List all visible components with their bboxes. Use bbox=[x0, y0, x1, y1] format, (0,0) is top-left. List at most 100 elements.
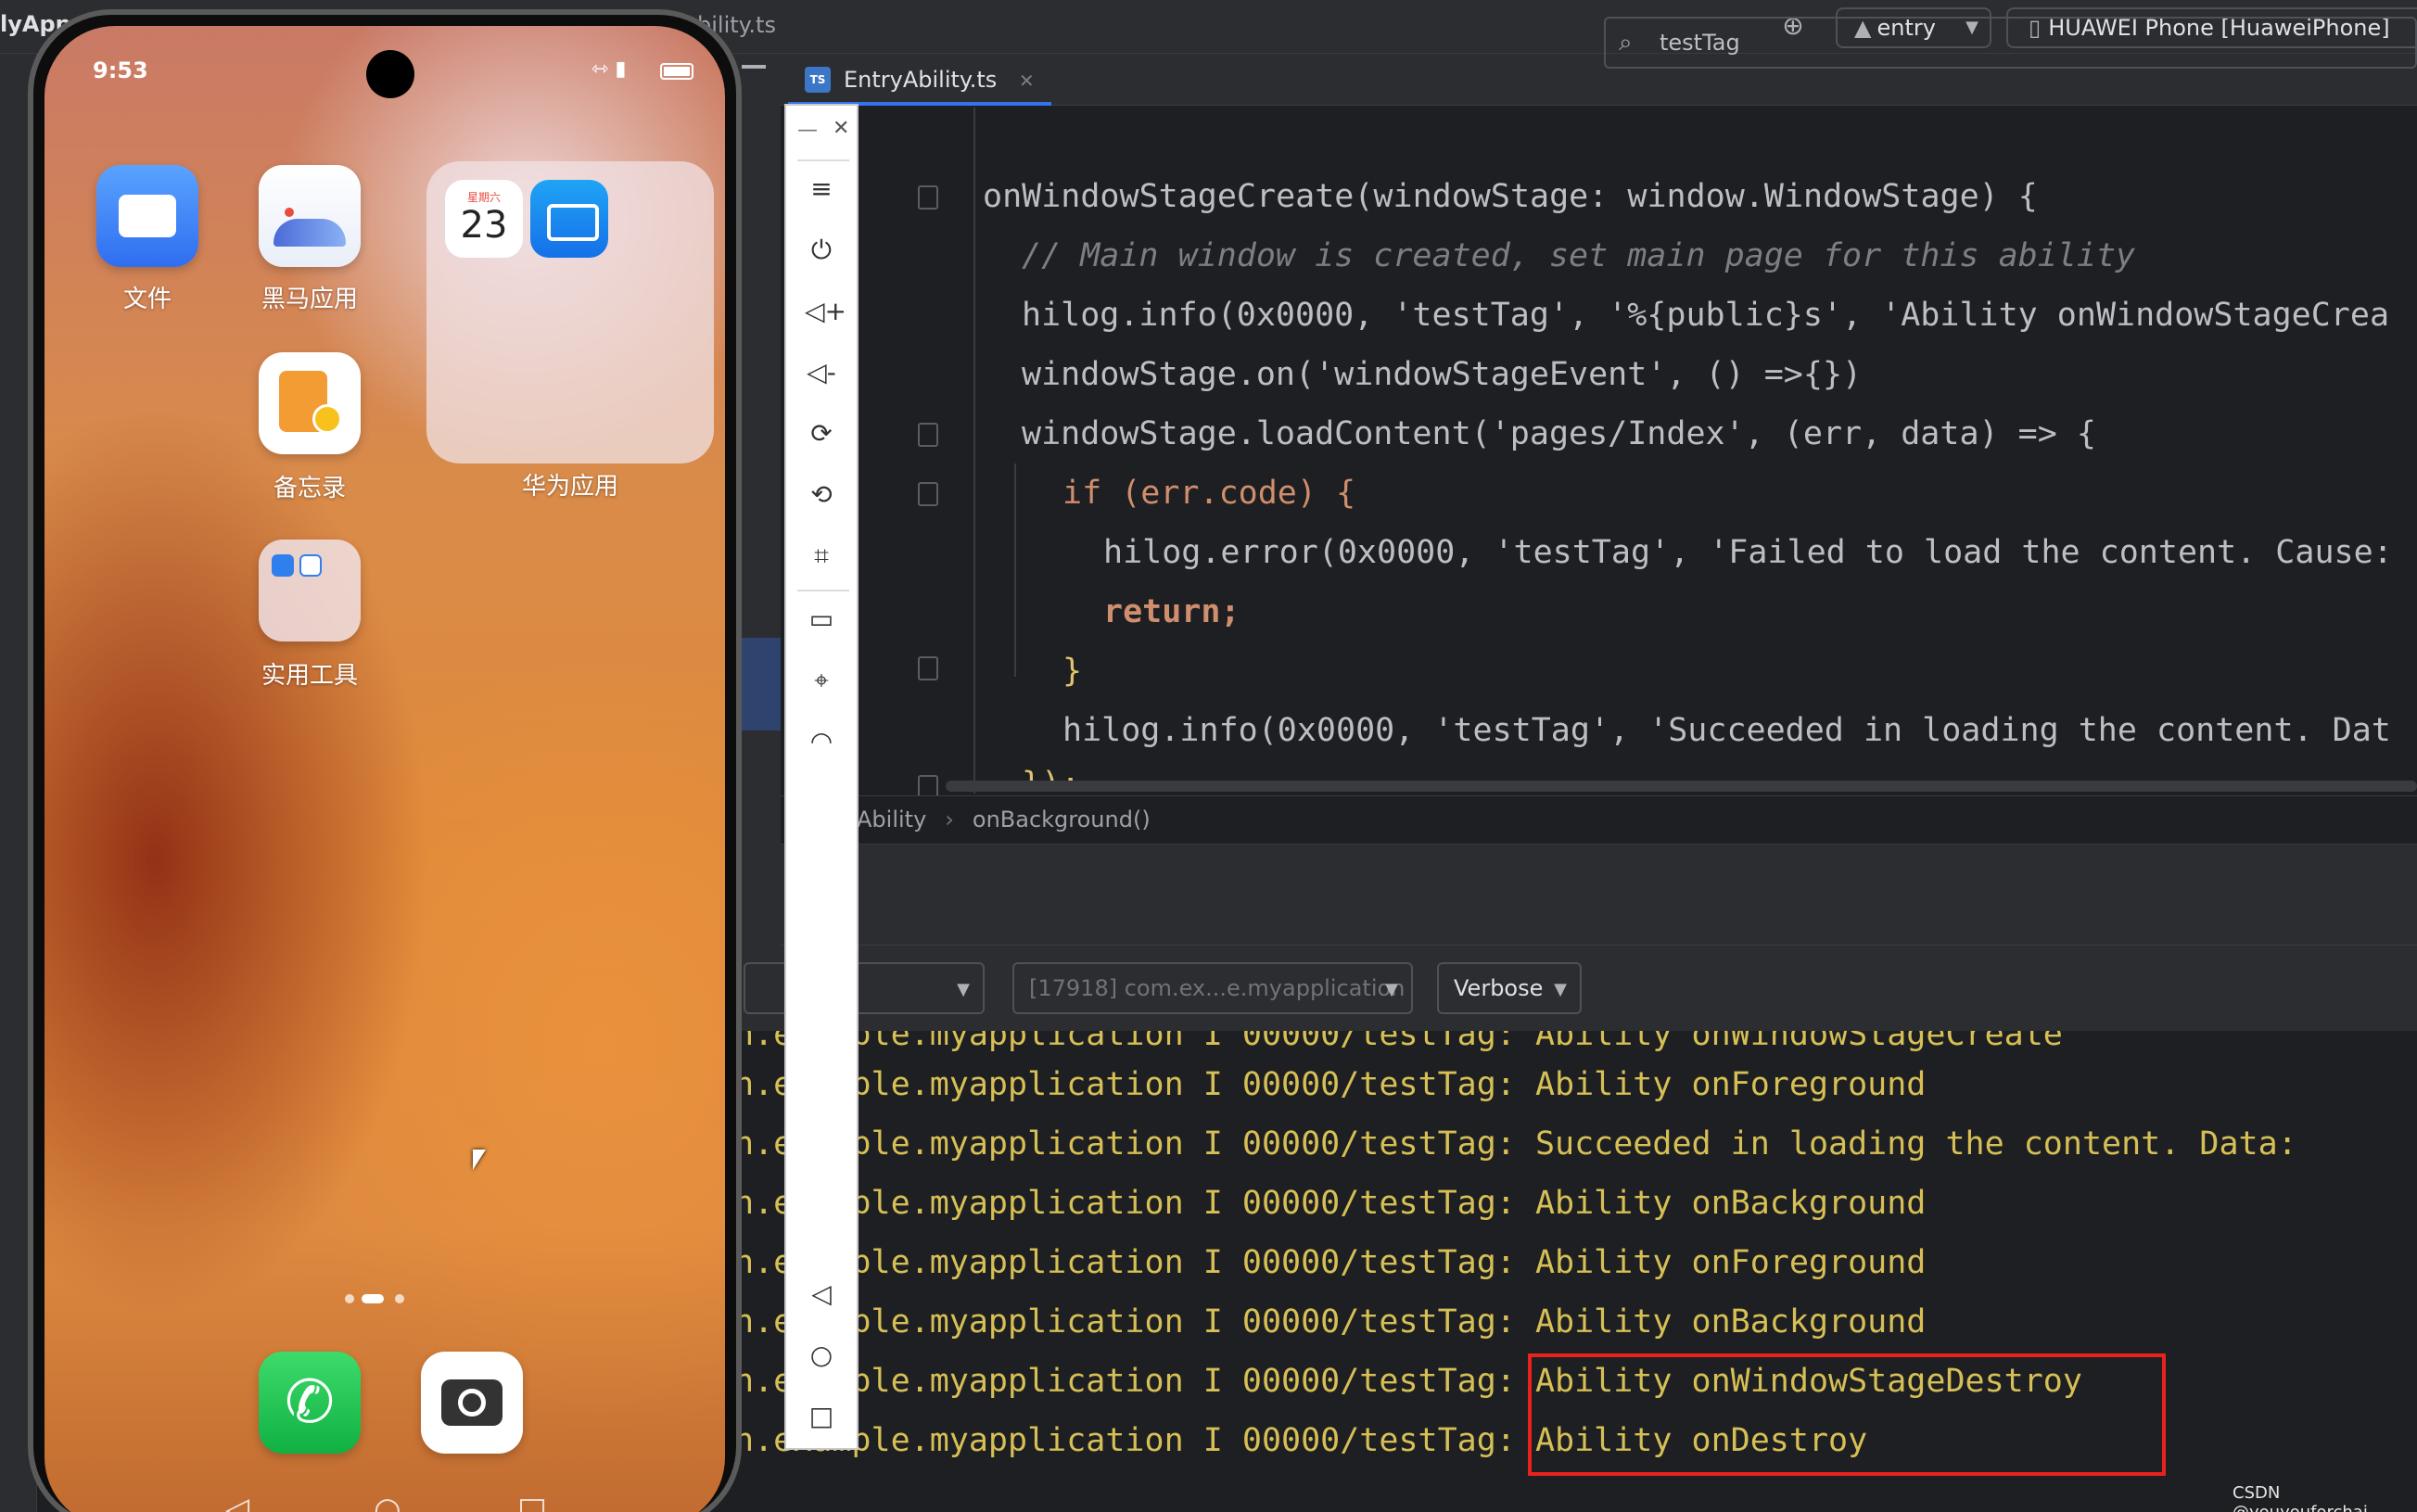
device-filter-dropdown[interactable]: ▼ bbox=[744, 962, 985, 1014]
home-icon[interactable]: ○ bbox=[805, 1339, 838, 1372]
page-dot bbox=[395, 1294, 404, 1303]
log-level-label: Verbose bbox=[1454, 975, 1544, 1001]
log-line: n.example.myapplication I 00000/testTag:… bbox=[734, 1244, 1927, 1281]
fold-icon[interactable] bbox=[918, 656, 938, 680]
log-line: n.example.myapplication I 00000/testTag:… bbox=[734, 1185, 1927, 1222]
collapse-icon[interactable] bbox=[742, 65, 766, 69]
indent-guide bbox=[1014, 464, 1016, 677]
signal-icon: ⇿ ▮ bbox=[592, 57, 627, 81]
battery-icon[interactable]: ▭ bbox=[805, 603, 838, 636]
code-line: hilog.error(0x0000, 'testTag', 'Failed t… bbox=[1103, 534, 2393, 571]
calendar-weekday: 星期六 bbox=[466, 191, 501, 204]
check-icon bbox=[312, 404, 342, 434]
huawei-apps-folder[interactable]: 星期六 23 bbox=[426, 161, 714, 464]
volume-down-icon[interactable]: ◁- bbox=[805, 356, 838, 389]
location-icon[interactable]: ⌖ bbox=[805, 664, 838, 697]
breadcrumb-class[interactable]: Ability bbox=[857, 807, 926, 832]
code-line: } bbox=[1062, 653, 1083, 690]
divider bbox=[797, 159, 849, 161]
screenshot-icon[interactable]: ⌗ bbox=[805, 540, 838, 573]
chevron-down-icon: ▼ bbox=[1554, 980, 1567, 999]
process-label: [17918] com.ex...e.myapplication bbox=[1029, 975, 1406, 1001]
wallet-app-icon[interactable] bbox=[530, 180, 608, 258]
sun-icon bbox=[285, 208, 294, 217]
typescript-file-icon: TS bbox=[805, 67, 831, 93]
back-icon[interactable]: ◁ bbox=[805, 1277, 838, 1311]
status-time: 9:53 bbox=[93, 57, 148, 83]
log-line: n.example.myapplication I 00000/testTag:… bbox=[734, 1303, 1927, 1340]
indent-guide bbox=[973, 108, 975, 794]
editor-gutter bbox=[862, 108, 955, 794]
code-line: windowStage.loadContent('pages/Index', (… bbox=[1022, 415, 2096, 452]
phone-screen[interactable]: 9:53 ⇿ ▮ 文件 黑马应用 星期六 23 华为应用 备忘录 实用工具 ✆ … bbox=[45, 26, 725, 1512]
rotate-left-icon[interactable]: ⟲ bbox=[805, 478, 838, 512]
log-search-input[interactable]: ⌕ testTag bbox=[1604, 17, 2417, 69]
contacts-icon bbox=[272, 554, 294, 577]
chevron-down-icon: ▼ bbox=[957, 980, 970, 999]
recents-icon[interactable]: □ bbox=[805, 1400, 838, 1433]
volume-up-icon[interactable]: ◁+ bbox=[805, 295, 846, 328]
fold-icon[interactable] bbox=[918, 423, 938, 447]
toolbar-header: — ✕ bbox=[786, 106, 860, 154]
heima-app-label: 黑马应用 bbox=[261, 286, 358, 313]
memo-app-label: 备忘录 bbox=[273, 475, 346, 502]
files-app-label: 文件 bbox=[122, 286, 172, 313]
nav-home-icon[interactable]: ○ bbox=[374, 1491, 401, 1512]
minimize-icon[interactable]: — bbox=[797, 119, 818, 142]
log-line: n.example.myapplication I 00000/testTag:… bbox=[734, 1031, 2063, 1053]
page-dot bbox=[345, 1294, 354, 1303]
battery-icon bbox=[660, 63, 693, 80]
highlight-box bbox=[1528, 1353, 2166, 1476]
log-line: n.example.myapplication I 00000/testTag:… bbox=[734, 1066, 1927, 1103]
code-line: hilog.info(0x0000, 'testTag', '%{public}… bbox=[1022, 297, 2390, 334]
tools-folder-icon[interactable] bbox=[259, 540, 361, 642]
code-line: // Main window is created, set main page… bbox=[1022, 237, 2136, 274]
rotate-right-icon[interactable]: ⟳ bbox=[805, 417, 838, 451]
nav-recents-icon[interactable]: □ bbox=[517, 1491, 547, 1512]
log-search-value: testTag bbox=[1660, 30, 1740, 56]
log-level-dropdown[interactable]: Verbose ▼ bbox=[1437, 962, 1582, 1014]
logcat-toolbar: ▼ [17918] com.ex...e.myapplication ▼ Verb… bbox=[725, 946, 2417, 1031]
editor-horizontal-scrollbar[interactable] bbox=[946, 781, 2417, 792]
tool-window-header bbox=[781, 844, 2417, 946]
calendar-app-icon[interactable]: 星期六 23 bbox=[445, 180, 523, 258]
log-line: n.example.myapplication I 00000/testTag:… bbox=[734, 1125, 2297, 1163]
tab-label: EntryAbility.ts bbox=[844, 67, 998, 93]
close-icon[interactable]: ✕ bbox=[1019, 70, 1035, 92]
utility-icon bbox=[299, 554, 322, 577]
breadcrumb: Ability › onBackground() bbox=[781, 795, 2417, 842]
process-dropdown[interactable]: [17918] com.ex...e.myapplication ▼ bbox=[1012, 962, 1413, 1014]
mouse-cursor-icon bbox=[473, 1150, 486, 1170]
camera-app-icon[interactable] bbox=[421, 1352, 523, 1454]
code-line: if (err.code) { bbox=[1062, 475, 1356, 512]
search-icon: ⌕ bbox=[1619, 29, 1633, 57]
nav-back-icon[interactable]: ◁ bbox=[225, 1491, 249, 1512]
camera-punch-hole bbox=[366, 50, 414, 98]
fold-icon[interactable] bbox=[918, 482, 938, 506]
code-line: onWindowStageCreate(windowStage: window.… bbox=[983, 178, 2038, 215]
huawei-folder-label: 华为应用 bbox=[521, 473, 618, 501]
wifi-icon[interactable]: ◠ bbox=[805, 725, 838, 758]
power-icon[interactable]: ⏻ bbox=[805, 234, 838, 267]
code-line: return; bbox=[1103, 593, 1240, 630]
code-line: hilog.info(0x0000, 'testTag', 'Succeeded… bbox=[1062, 712, 2391, 749]
camera-lens-icon bbox=[458, 1389, 486, 1417]
phone-app-icon[interactable]: ✆ bbox=[259, 1352, 361, 1454]
folder-icon bbox=[119, 195, 176, 237]
breadcrumb-method[interactable]: onBackground() bbox=[973, 807, 1151, 832]
divider bbox=[797, 590, 849, 591]
page-dot-active bbox=[362, 1294, 384, 1303]
heima-app-icon[interactable] bbox=[259, 165, 361, 267]
chevron-down-icon: ▼ bbox=[1385, 980, 1398, 999]
code-line: windowStage.on('windowStageEvent', () =>… bbox=[1022, 356, 1863, 393]
files-app-icon[interactable] bbox=[96, 165, 198, 267]
memo-app-icon[interactable] bbox=[259, 352, 361, 454]
fold-icon[interactable] bbox=[918, 185, 938, 210]
mountain-icon bbox=[274, 219, 346, 247]
tab-entryability[interactable]: TS EntryAbility.ts ✕ bbox=[788, 54, 1051, 106]
watermark: CSDN @youyouforchai bbox=[2233, 1483, 2368, 1512]
calendar-day: 23 bbox=[460, 204, 508, 247]
menu-icon[interactable]: ≡ bbox=[805, 172, 838, 206]
close-icon[interactable]: ✕ bbox=[833, 117, 849, 140]
phone-emulator: 9:53 ⇿ ▮ 文件 黑马应用 星期六 23 华为应用 备忘录 实用工具 ✆ … bbox=[28, 9, 742, 1512]
